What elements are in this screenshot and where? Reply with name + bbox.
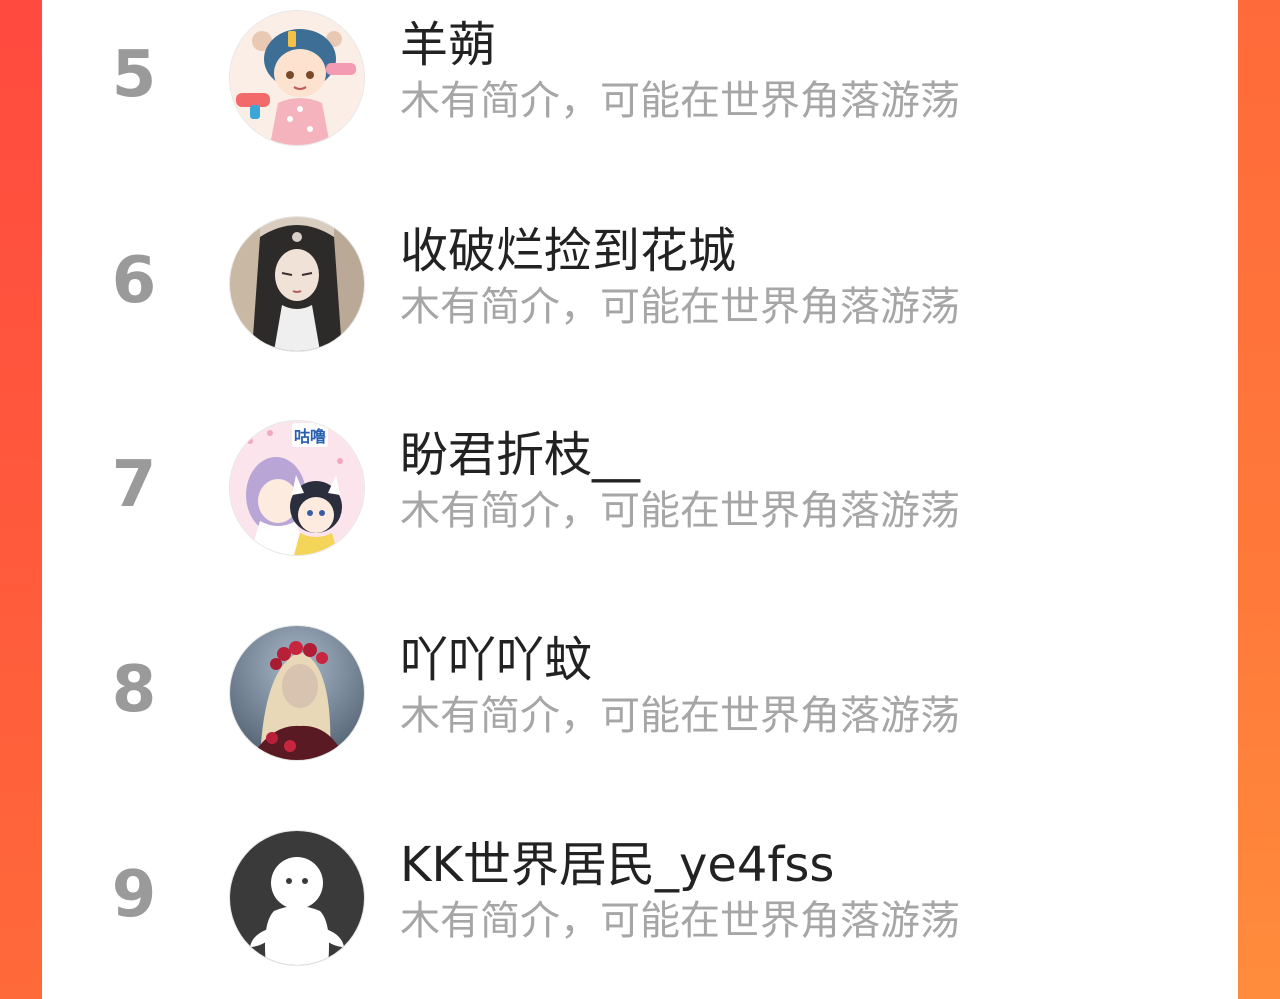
user-avatar[interactable] — [230, 11, 364, 145]
rank-number: 6 — [111, 244, 157, 318]
rank-number: 8 — [111, 653, 157, 727]
ranking-row-5[interactable]: 5 羊蒴 木有简介，可能在世界角落游荡 — [42, 0, 1238, 150]
rank-number: 7 — [111, 448, 157, 522]
default-ghost-avatar-icon — [230, 831, 364, 965]
user-name[interactable]: 收破烂捡到花城 — [400, 220, 736, 282]
rank-number: 9 — [111, 858, 157, 932]
rank-number: 5 — [111, 38, 157, 112]
ranking-row-6[interactable]: 6 收破烂捡到花城 木有简介，可能在世界角落游荡 — [42, 206, 1238, 356]
user-avatar[interactable]: 咕噜 — [230, 421, 364, 555]
user-intro: 木有简介，可能在世界角落游荡 — [400, 284, 960, 330]
user-name[interactable]: KK世界居民_ye4fss — [400, 834, 834, 896]
long-hair-anime-man-avatar-icon — [230, 217, 364, 351]
user-avatar[interactable] — [230, 626, 364, 760]
ranking-row-7[interactable]: 7 咕噜 盼君折枝__ 木有简介，可能在世界角落游荡 — [42, 410, 1238, 560]
user-avatar[interactable] — [230, 831, 364, 965]
girl-with-flower-crown-avatar-icon — [230, 626, 364, 760]
right-background-strip — [1238, 0, 1280, 999]
user-name[interactable]: 羊蒴 — [400, 14, 496, 76]
ranking-list-card: 5 羊蒴 木有简介，可能在世界角落游荡 6 收破烂捡到花城 木有简介，可能在世界… — [42, 0, 1238, 999]
ranking-row-8[interactable]: 8 吖吖吖蚊 木有简介，可能在世界角落游荡 — [42, 615, 1238, 765]
avatar-sticker-text: 咕噜 — [292, 423, 329, 447]
user-intro: 木有简介，可能在世界角落游荡 — [400, 898, 960, 944]
user-name[interactable]: 吖吖吖蚊 — [400, 629, 592, 691]
ranking-row-9[interactable]: 9 KK世界居民_ye4fss 木有简介，可能在世界角落游荡 — [42, 820, 1238, 970]
user-intro: 木有简介，可能在世界角落游荡 — [400, 78, 960, 124]
user-name[interactable]: 盼君折枝__ — [400, 424, 640, 486]
anime-girl-water-gun-avatar-icon — [230, 11, 364, 145]
user-avatar[interactable] — [230, 217, 364, 351]
user-intro: 木有简介，可能在世界角落游荡 — [400, 488, 960, 534]
user-intro: 木有简介，可能在世界角落游荡 — [400, 693, 960, 739]
